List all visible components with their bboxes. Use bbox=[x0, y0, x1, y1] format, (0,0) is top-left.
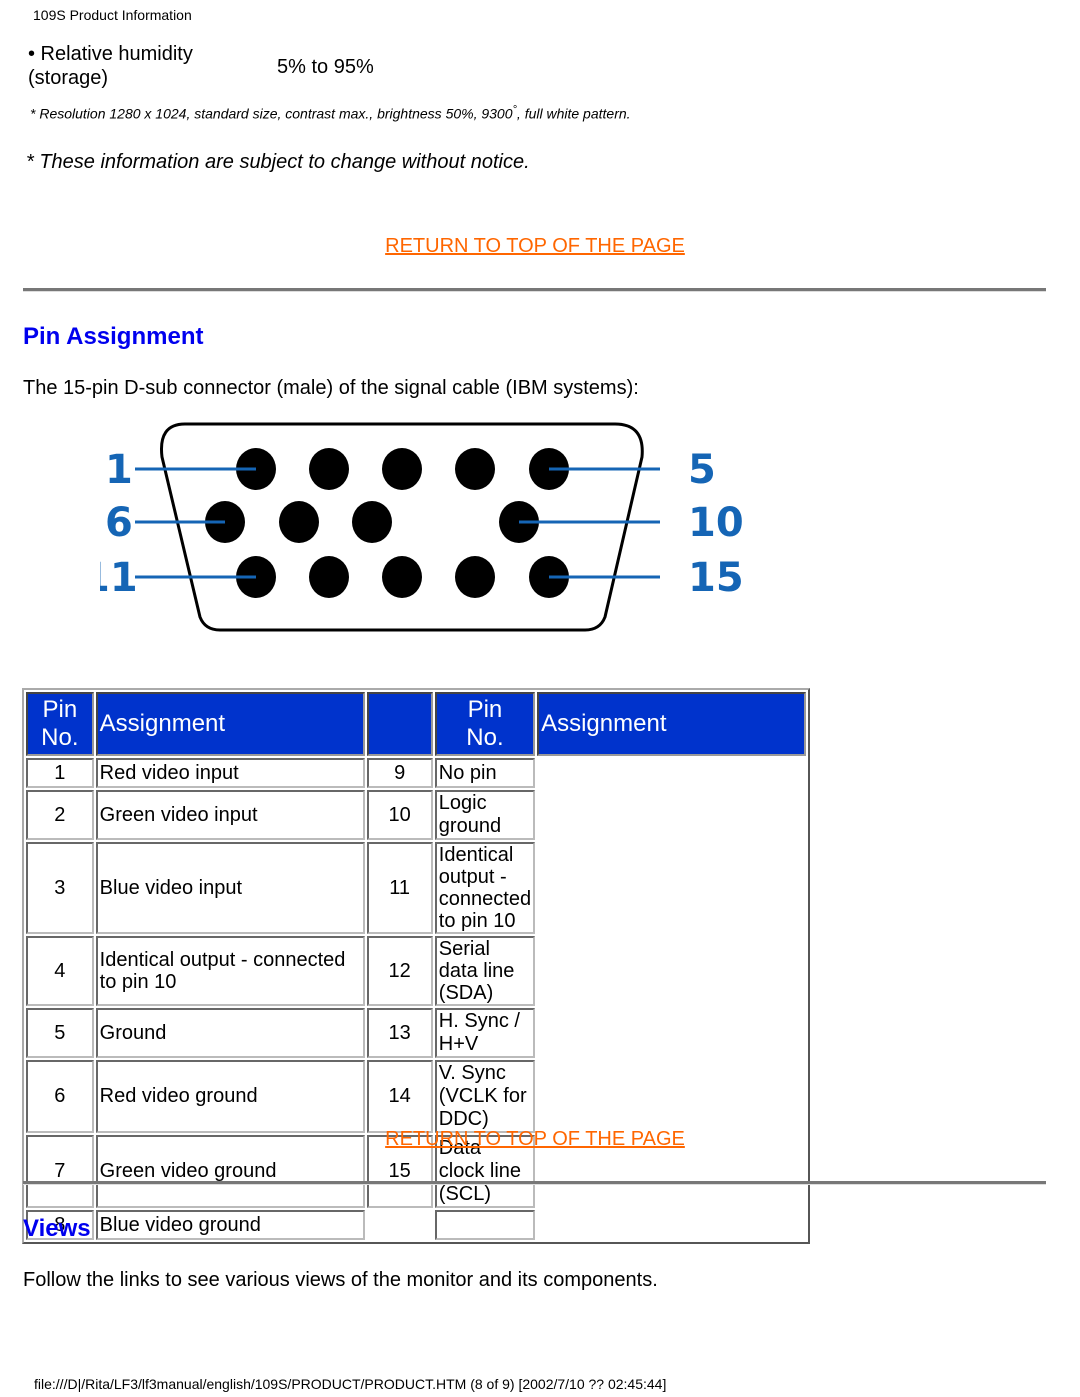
assignment-cell: Green video input bbox=[95, 790, 365, 840]
table-row: 3 Blue video input 11 Identical output - co… bbox=[26, 842, 806, 934]
pin-label-11: 11 bbox=[100, 555, 138, 601]
spec-label-line1: • Relative humidity bbox=[28, 43, 193, 65]
pin-number-cell: 2 bbox=[26, 790, 94, 840]
pin-label-10: 10 bbox=[688, 500, 744, 546]
pin-assignment-table: Pin No. Assignment Pin No. Assignment 1 Red… bbox=[22, 688, 810, 1244]
pin-number-cell: 13 bbox=[366, 1008, 433, 1058]
divider bbox=[23, 1181, 1046, 1185]
pin-14 bbox=[455, 556, 495, 598]
pin-assignment-description: The 15-pin D-sub connector (male) of the… bbox=[23, 377, 639, 399]
header-pin-no-left: Pin No. bbox=[26, 692, 94, 756]
pin-13 bbox=[382, 556, 422, 598]
pin-assignment-title: Pin Assignment bbox=[23, 323, 204, 350]
footnote: * Resolution 1280 x 1024, standard size,… bbox=[30, 104, 631, 122]
spec-label-line2: (storage) bbox=[28, 67, 109, 89]
pin-number-cell: 12 bbox=[366, 936, 433, 1006]
pin-number-cell: 6 bbox=[26, 1060, 94, 1133]
pin-number-cell: 5 bbox=[26, 1008, 94, 1058]
pin-12 bbox=[309, 556, 349, 598]
assignment-cell: H. Sync / H+V bbox=[434, 1008, 536, 1058]
pin-label-6: 6 bbox=[105, 500, 133, 546]
pin-3 bbox=[382, 448, 422, 490]
pin-4 bbox=[455, 448, 495, 490]
pin-label-15: 15 bbox=[688, 555, 744, 601]
return-to-top-link[interactable]: RETURN TO TOP OF THE PAGE bbox=[0, 1128, 1070, 1151]
table-row: 2 Green video input 10 Logic ground bbox=[26, 790, 806, 840]
assignment-cell: Identical output - connected to pin 10 bbox=[434, 842, 536, 934]
pin-7 bbox=[279, 501, 319, 543]
pin-number-cell: 1 bbox=[26, 758, 94, 788]
footnote-text: * Resolution 1280 x 1024, standard size,… bbox=[30, 105, 513, 122]
table-separator bbox=[366, 692, 433, 756]
table-row: 8 Blue video ground bbox=[26, 1210, 806, 1240]
spec-value: 5% to 95% bbox=[277, 56, 374, 78]
assignment-cell: Logic ground bbox=[434, 790, 536, 840]
return-to-top-link[interactable]: RETURN TO TOP OF THE PAGE bbox=[0, 235, 1070, 258]
page-header-title: 109S Product Information bbox=[33, 7, 192, 23]
table-header-row: Pin No. Assignment Pin No. Assignment bbox=[26, 692, 806, 756]
vga-connector-diagram: 156101115 bbox=[100, 422, 744, 632]
assignment-cell: Serial data line (SDA) bbox=[434, 936, 536, 1006]
pin-number-cell: 4 bbox=[26, 936, 94, 1006]
table-row: 4 Identical output - connected to pin 10 1… bbox=[26, 936, 806, 1006]
assignment-cell: Ground bbox=[95, 1008, 365, 1058]
table-row: 5 Ground 13 H. Sync / H+V bbox=[26, 1008, 806, 1058]
assignment-cell bbox=[434, 1210, 536, 1240]
assignment-cell: No pin bbox=[434, 758, 536, 788]
pin-label-1: 1 bbox=[105, 447, 133, 493]
assignment-cell: Identical output - connected to pin 10 bbox=[95, 936, 365, 1006]
table-row: 1 Red video input 9 No pin bbox=[26, 758, 806, 788]
assignment-cell: Red video ground bbox=[95, 1060, 365, 1133]
views-title: Views bbox=[23, 1215, 91, 1242]
spec-row-humidity: • Relative humidity (storage) 5% to 95% bbox=[28, 42, 528, 94]
footer-file-path: file:///D|/Rita/LF3/lf3manual/english/10… bbox=[34, 1376, 667, 1392]
header-assignment-left: Assignment bbox=[95, 692, 365, 756]
pin-number-cell: 10 bbox=[366, 790, 433, 840]
assignment-cell: Red video input bbox=[95, 758, 365, 788]
table-row: 6 Red video ground 14 V. Sync (VCLK for DDC… bbox=[26, 1060, 806, 1133]
pin-number-cell: 9 bbox=[366, 758, 433, 788]
assignment-cell: Blue video ground bbox=[95, 1210, 365, 1240]
pin-label-5: 5 bbox=[688, 447, 716, 493]
pin-number-cell: 14 bbox=[366, 1060, 433, 1133]
pin-2 bbox=[309, 448, 349, 490]
pin-8 bbox=[352, 501, 392, 543]
spec-label: • Relative humidity (storage) bbox=[28, 42, 193, 90]
pin-number-cell bbox=[367, 1210, 433, 1240]
divider bbox=[23, 288, 1046, 292]
assignment-cell: V. Sync (VCLK for DDC) bbox=[434, 1060, 536, 1133]
pin-number-cell: 3 bbox=[26, 842, 94, 934]
pin-number-cell: 11 bbox=[366, 842, 433, 934]
views-description: Follow the links to see various views of… bbox=[23, 1269, 658, 1291]
change-notice: * These information are subject to chang… bbox=[26, 151, 530, 173]
header-assignment-right: Assignment bbox=[537, 692, 806, 756]
header-pin-no-right: Pin No. bbox=[434, 692, 536, 756]
assignment-cell: Blue video input bbox=[95, 842, 365, 934]
footnote-suffix: , full white pattern. bbox=[516, 105, 631, 122]
